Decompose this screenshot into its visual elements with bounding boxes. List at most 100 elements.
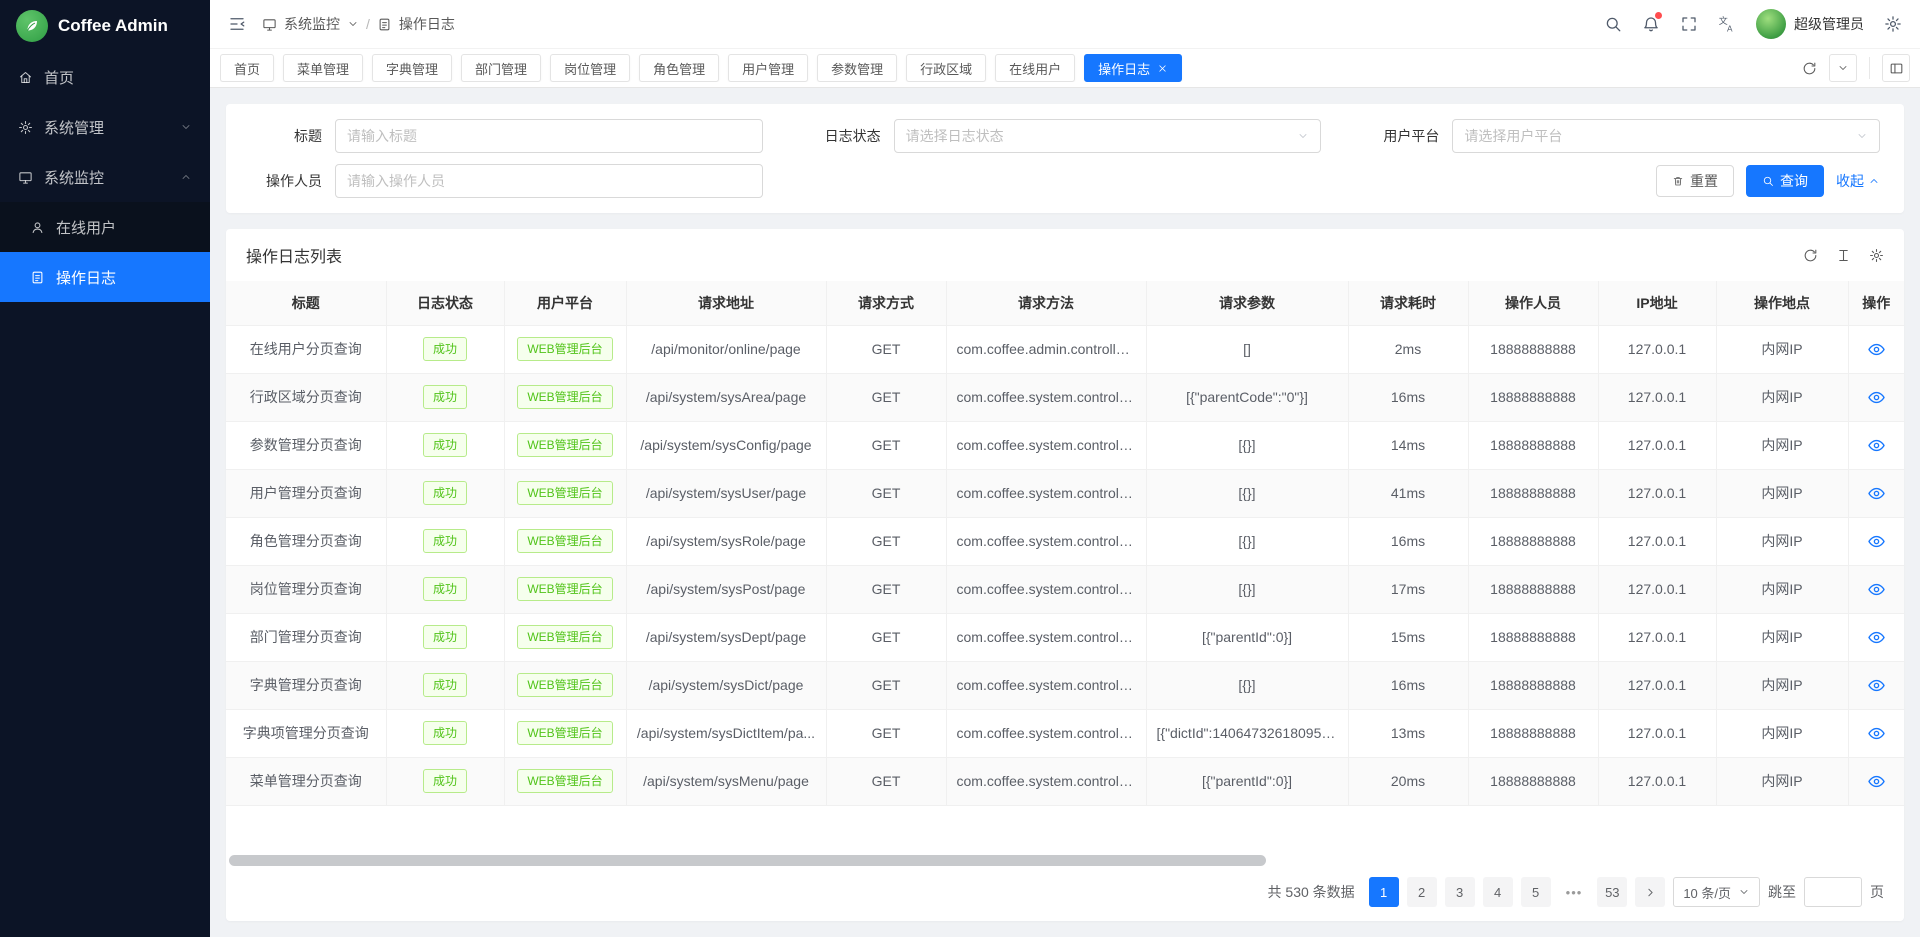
view-detail-icon[interactable] [1867,724,1886,743]
view-detail-icon[interactable] [1867,532,1886,551]
notification-badge [1655,12,1662,19]
reset-button-label: 重置 [1690,171,1718,191]
filter-actions: 重置 查询 收起 [809,164,1880,198]
page-button-4[interactable]: 4 [1483,877,1513,907]
cell-url: /api/system/sysUser/page [626,469,826,517]
view-detail-icon[interactable] [1867,676,1886,695]
sidebar-item-online-users[interactable]: 在线用户 [0,202,210,252]
collapse-link[interactable]: 收起 [1836,171,1880,191]
topbar: 系统监控 / 操作日志 文A 超级管理员 [210,0,1920,48]
platform-select-placeholder: 请选择用户平台 [1464,126,1562,146]
cell-platform: WEB管理后台 [504,469,626,517]
platform-tag: WEB管理后台 [517,769,612,793]
cell-method: GET [826,661,946,709]
cell-title: 菜单管理分页查询 [226,757,386,805]
view-detail-icon[interactable] [1867,484,1886,503]
status-select[interactable]: 请选择日志状态 [894,119,1322,153]
main-area: 系统监控 / 操作日志 文A 超级管理员 [210,0,1920,937]
tab-菜单管理[interactable]: 菜单管理 [283,54,363,82]
cell-ip: 127.0.0.1 [1598,469,1716,517]
refresh-icon[interactable] [1803,248,1818,263]
tab-在线用户[interactable]: 在线用户 [995,54,1075,82]
tab-用户管理[interactable]: 用户管理 [728,54,808,82]
breadcrumb-parent[interactable]: 系统监控 [284,14,340,34]
tab-行政区域[interactable]: 行政区域 [906,54,986,82]
view-detail-icon[interactable] [1867,772,1886,791]
sidebar-item-system-management[interactable]: 系统管理 [0,102,210,152]
cell-duration: 13ms [1348,709,1468,757]
platform-tag: WEB管理后台 [517,385,612,409]
tab-字典管理[interactable]: 字典管理 [372,54,452,82]
notifications-button[interactable] [1642,15,1660,33]
search-icon[interactable] [1604,15,1622,33]
close-icon[interactable] [1157,63,1168,74]
scrollbar-thumb[interactable] [229,855,1266,866]
tab-dropdown-button[interactable] [1829,54,1857,82]
reset-button[interactable]: 重置 [1656,165,1734,197]
cell-action [1848,613,1904,661]
cell-url: /api/system/sysRole/page [626,517,826,565]
view-detail-icon[interactable] [1867,628,1886,647]
user-icon [30,220,45,235]
tab-首页[interactable]: 首页 [220,54,274,82]
fullscreen-icon[interactable] [1680,15,1698,33]
chevron-down-icon [1837,62,1849,74]
status-tag: 成功 [423,625,467,649]
filter-status: 日志状态 请选择日志状态 [809,119,1322,153]
cell-url: /api/monitor/online/page [626,325,826,373]
cell-status: 成功 [386,565,504,613]
column-settings-icon[interactable] [1869,248,1884,263]
page-button-2[interactable]: 2 [1407,877,1437,907]
title-input[interactable] [335,119,763,153]
tab-岗位管理[interactable]: 岗位管理 [550,54,630,82]
tab-参数管理[interactable]: 参数管理 [817,54,897,82]
density-icon[interactable] [1836,248,1851,263]
platform-select[interactable]: 请选择用户平台 [1452,119,1880,153]
cell-platform: WEB管理后台 [504,757,626,805]
page-button-1[interactable]: 1 [1369,877,1399,907]
column-header-3: 请求地址 [626,281,826,325]
filter-status-label: 日志状态 [809,126,881,146]
column-header-10: 操作地点 [1716,281,1848,325]
cell-action [1848,421,1904,469]
table-row: 字典项管理分页查询成功WEB管理后台/api/system/sysDictIte… [226,709,1904,757]
cell-params: [{"dictId":140647326180950... [1146,709,1348,757]
tab-部门管理[interactable]: 部门管理 [461,54,541,82]
cell-duration: 2ms [1348,325,1468,373]
breadcrumb-separator: / [366,16,370,32]
page-size-select[interactable]: 10 条/页 [1673,877,1760,907]
page-ellipsis[interactable]: ••• [1559,877,1590,907]
tab-label: 首页 [234,59,260,78]
sidebar-item-operation-logs[interactable]: 操作日志 [0,252,210,302]
refresh-icon[interactable] [1802,61,1817,76]
view-detail-icon[interactable] [1867,580,1886,599]
cell-title: 字典项管理分页查询 [226,709,386,757]
settings-icon[interactable] [1884,15,1902,33]
tab-label: 行政区域 [920,59,972,78]
cell-operator: 18888888888 [1468,613,1598,661]
page-button-5[interactable]: 5 [1521,877,1551,907]
view-detail-icon[interactable] [1867,388,1886,407]
tab-操作日志[interactable]: 操作日志 [1084,54,1182,82]
user-menu[interactable]: 超级管理员 [1756,9,1864,39]
view-detail-icon[interactable] [1867,340,1886,359]
view-detail-icon[interactable] [1867,436,1886,455]
search-button[interactable]: 查询 [1746,165,1824,197]
cell-platform: WEB管理后台 [504,325,626,373]
next-page-button[interactable] [1635,877,1665,907]
cell-ip: 127.0.0.1 [1598,565,1716,613]
jump-page-input[interactable] [1804,877,1862,907]
tab-角色管理[interactable]: 角色管理 [639,54,719,82]
tab-actions [1802,54,1910,82]
page-button-53[interactable]: 53 [1597,877,1627,907]
page-button-3[interactable]: 3 [1445,877,1475,907]
menu-fold-icon[interactable] [228,15,246,33]
sidebar-item-home[interactable]: 首页 [0,52,210,102]
translate-icon[interactable]: 文A [1718,15,1736,33]
cell-handler: com.coffee.admin.controller... [946,325,1146,373]
operator-input[interactable] [335,164,763,198]
sidebar-item-system-monitor[interactable]: 系统监控 [0,152,210,202]
cell-url: /api/system/sysConfig/page [626,421,826,469]
status-tag: 成功 [423,337,467,361]
layout-toggle-button[interactable] [1882,54,1910,82]
